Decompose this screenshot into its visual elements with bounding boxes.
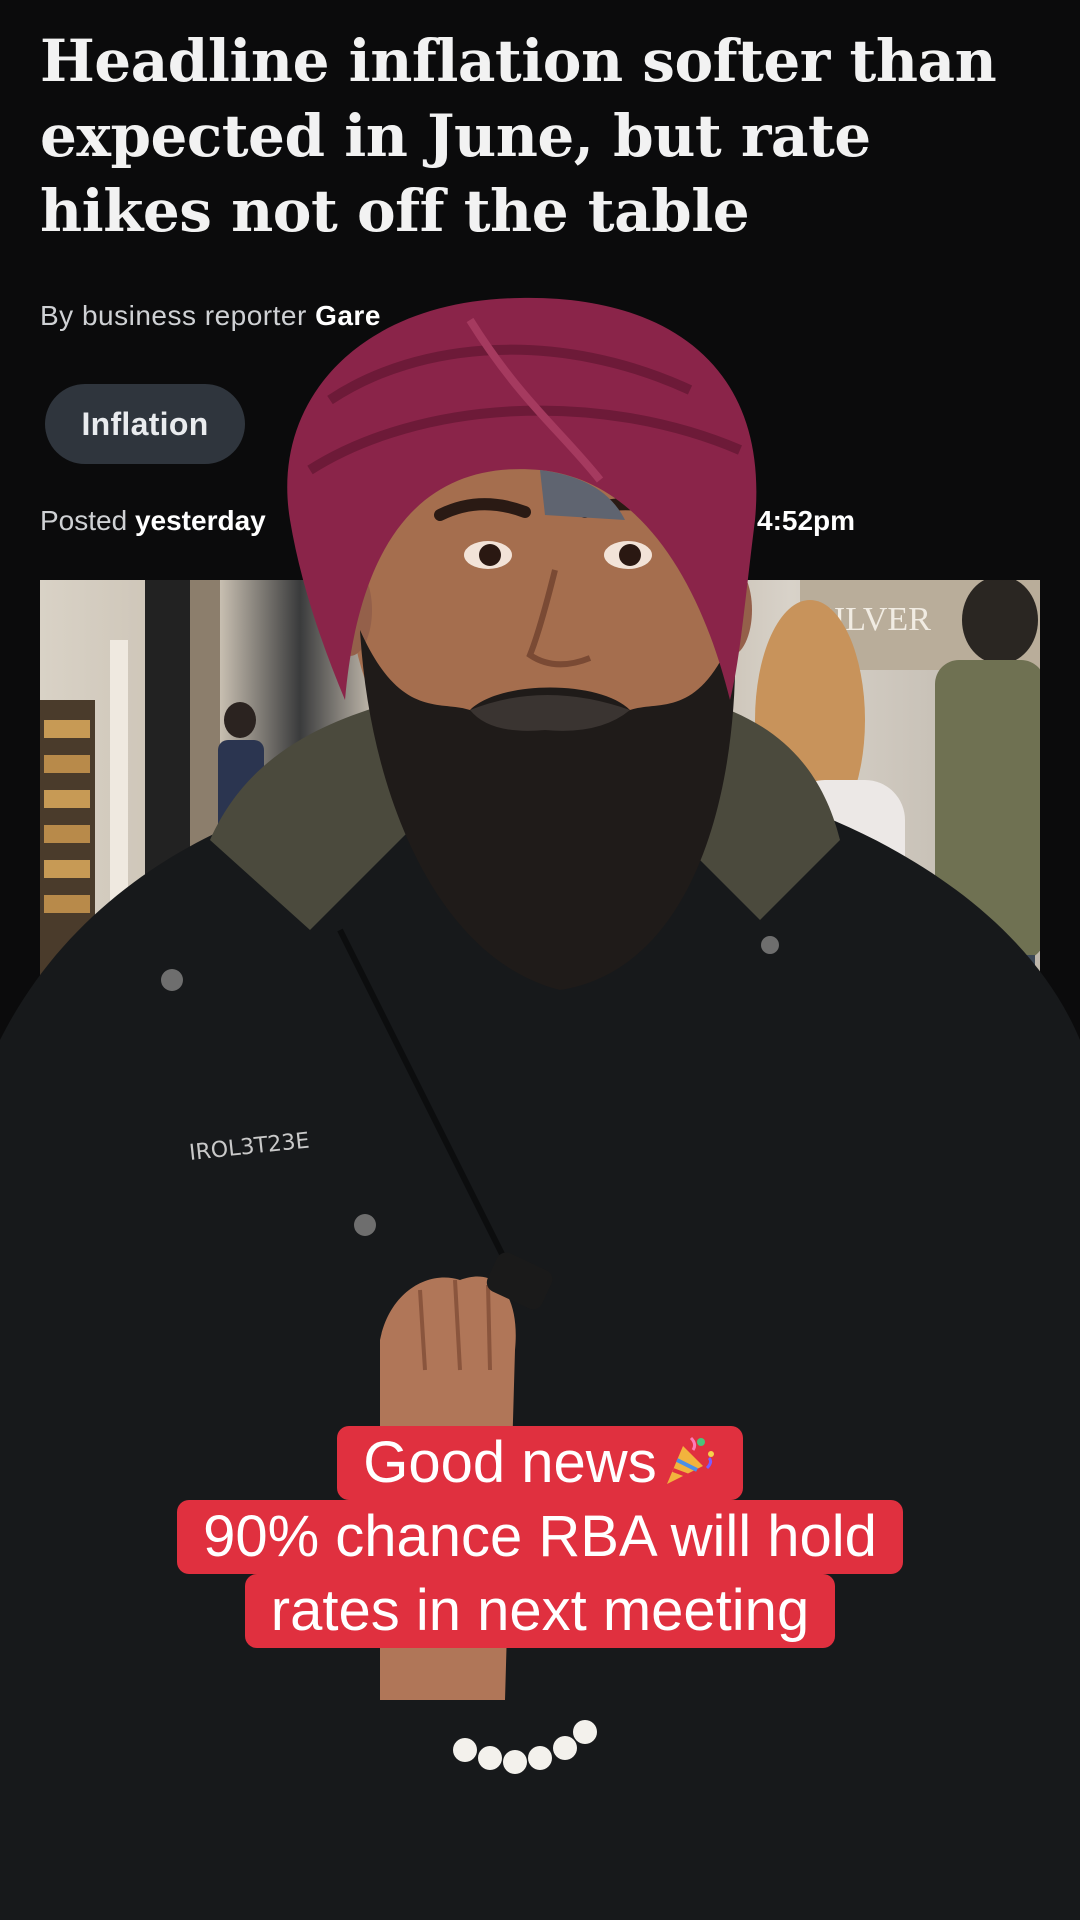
presenter-person: IROL3T23E	[0, 297, 1080, 1920]
caption-line-3: rates in next meeting	[244, 1574, 836, 1648]
video-frame: Headline inflation softer than expected …	[0, 0, 1080, 1920]
caption-line-2: 90% chance RBA will hold	[177, 1500, 903, 1574]
article-headline: Headline inflation softer than expected …	[40, 27, 997, 245]
party-popper-icon	[661, 1432, 717, 1488]
caption-overlay: Good news 90% chance RBA will hold rates…	[0, 1426, 1080, 1648]
caption-line-1-text: Good news	[363, 1430, 657, 1495]
caption-line-1: Good news	[337, 1426, 743, 1500]
